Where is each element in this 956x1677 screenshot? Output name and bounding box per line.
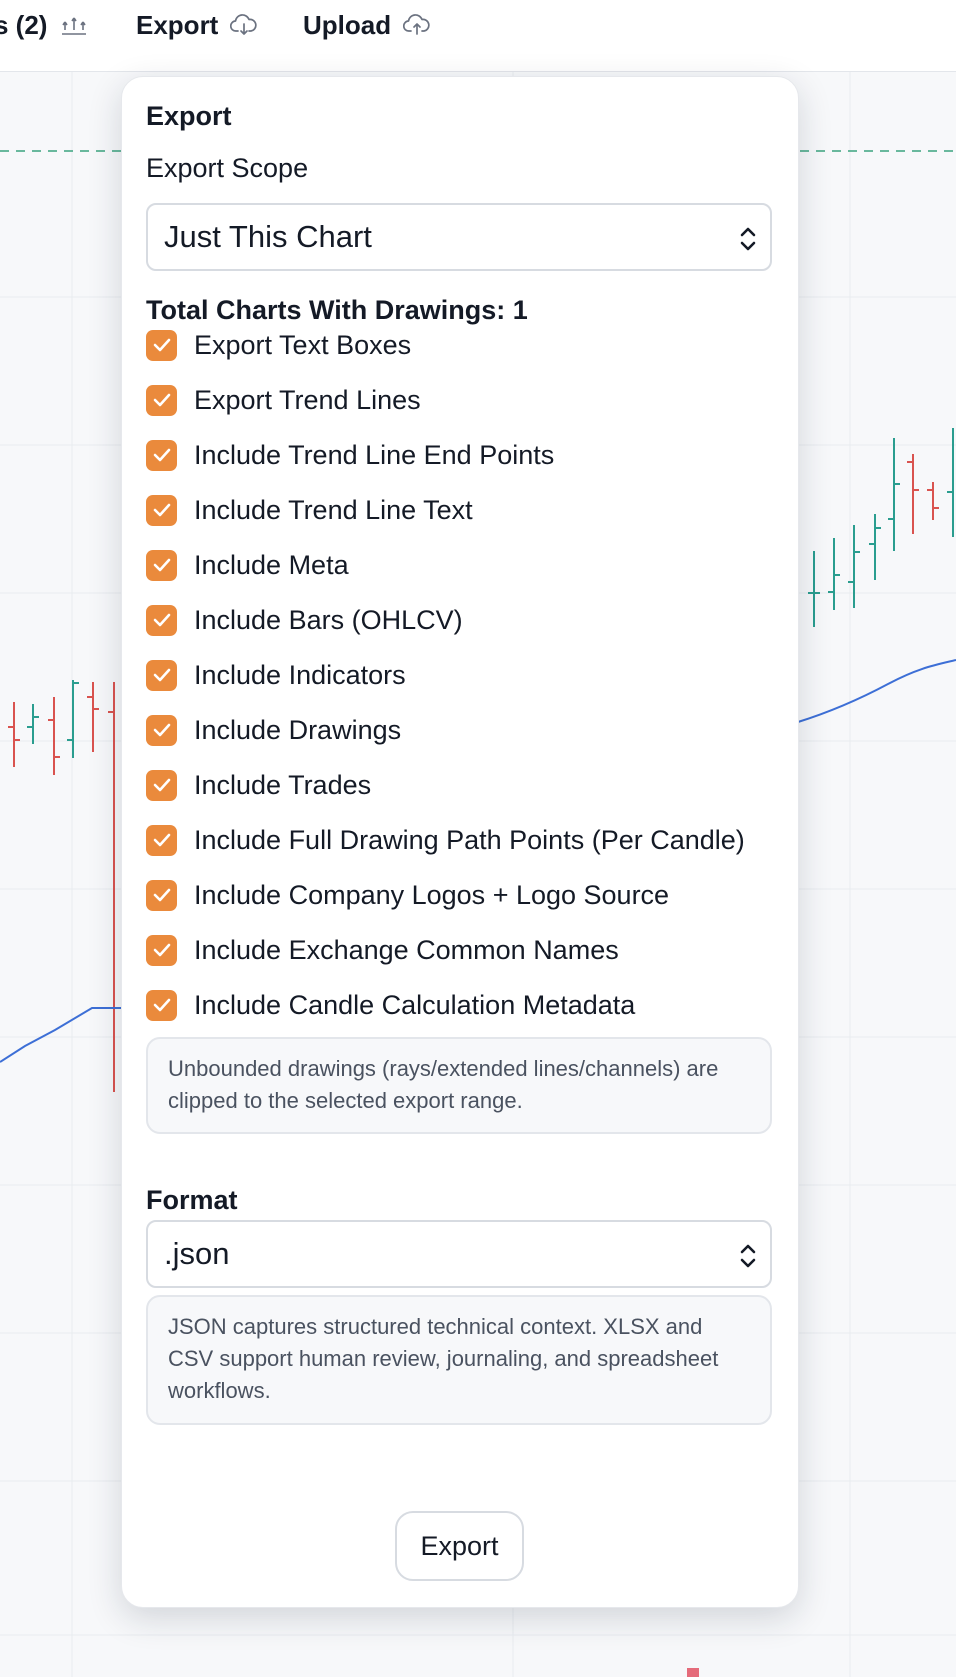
option-label: Include Trades (194, 769, 372, 800)
checkmark-icon (153, 558, 170, 572)
chevron-up-down-icon (738, 1241, 758, 1276)
export-toolbar-label: Export (136, 9, 219, 40)
format-select[interactable]: .json (146, 1220, 772, 1288)
option-include-drawings[interactable]: Include Drawings (146, 713, 401, 747)
format-value: .json (164, 1236, 230, 1271)
candles-left (8, 680, 115, 1092)
option-label: Include Trend Line End Points (194, 439, 555, 470)
layers-button-label: s (2) (0, 9, 48, 40)
option-label: Export Text Boxes (194, 329, 412, 360)
checkbox-checked[interactable] (146, 659, 177, 691)
checkbox-checked[interactable] (146, 934, 177, 966)
export-button[interactable]: Export (395, 1511, 524, 1581)
candles-right (808, 428, 954, 627)
option-label: Include Company Logos + Logo Source (194, 879, 670, 910)
checkbox-checked[interactable] (146, 384, 177, 416)
checkmark-icon (153, 943, 170, 957)
option-label: Include Indicators (194, 659, 406, 690)
export-scope-label: Export Scope (146, 153, 309, 183)
checkmark-icon (153, 998, 170, 1012)
export-scope-value: Just This Chart (164, 219, 372, 254)
option-label: Include Drawings (194, 714, 402, 745)
checkbox-checked[interactable] (146, 769, 177, 801)
option-include-meta[interactable]: Include Meta (146, 548, 349, 582)
format-description-note: JSON captures structured technical conte… (146, 1295, 772, 1425)
checkmark-icon (153, 338, 170, 352)
total-charts-with-drawings: Total Charts With Drawings: 1 (146, 295, 528, 325)
option-label: Include Exchange Common Names (194, 934, 619, 965)
upload-toolbar-label: Upload (303, 9, 392, 40)
checkmark-icon (153, 503, 170, 517)
option-include-bars[interactable]: Include Bars (OHLCV) (146, 603, 463, 637)
option-full-drawing-path-points[interactable]: Include Full Drawing Path Points (Per Ca… (146, 823, 745, 857)
option-label: Include Candle Calculation Metadata (194, 989, 636, 1020)
option-label: Export Trend Lines (194, 384, 421, 415)
option-company-logos[interactable]: Include Company Logos + Logo Source (146, 878, 669, 912)
checkbox-checked[interactable] (146, 824, 177, 856)
option-label: Include Meta (194, 549, 349, 580)
option-label: Include Bars (OHLCV) (194, 604, 463, 635)
checkbox-checked[interactable] (146, 714, 177, 746)
upload-toolbar-button[interactable]: Upload (303, 0, 431, 50)
option-include-indicators[interactable]: Include Indicators (146, 658, 406, 692)
export-scope-select[interactable]: Just This Chart (146, 203, 772, 271)
option-exchange-common-names[interactable]: Include Exchange Common Names (146, 933, 619, 967)
checkmark-icon (153, 448, 170, 462)
checkmark-icon (153, 723, 170, 737)
checkbox-checked[interactable] (146, 879, 177, 911)
checkmark-icon (153, 393, 170, 407)
option-trend-line-text[interactable]: Include Trend Line Text (146, 493, 473, 527)
export-toolbar-button[interactable]: Export (136, 0, 258, 50)
indicator-line-left (0, 1007, 121, 1063)
unbounded-drawings-note: Unbounded drawings (rays/extended lines/… (146, 1037, 772, 1134)
indicator-line-right (797, 659, 956, 723)
top-toolbar: s (2) Export Upload (0, 0, 956, 72)
option-label: Include Trend Line Text (194, 494, 473, 525)
checkmark-icon (153, 668, 170, 682)
checkmark-icon (153, 888, 170, 902)
export-panel: Export Export Scope Just This Chart Tota… (121, 76, 799, 1608)
cloud-download-icon (230, 13, 258, 37)
checkmark-icon (153, 833, 170, 847)
option-export-text-boxes[interactable]: Export Text Boxes (146, 328, 411, 362)
chevron-up-down-icon (738, 224, 758, 259)
option-trend-line-end-points[interactable]: Include Trend Line End Points (146, 438, 554, 472)
volume-bar (687, 1668, 699, 1677)
layers-button[interactable]: s (2) (0, 0, 89, 50)
checkbox-checked[interactable] (146, 439, 177, 471)
checkmark-icon (153, 613, 170, 627)
checkbox-checked[interactable] (146, 549, 177, 581)
option-candle-calculation-metadata[interactable]: Include Candle Calculation Metadata (146, 988, 635, 1022)
checkmark-icon (153, 778, 170, 792)
option-label: Include Full Drawing Path Points (Per Ca… (194, 824, 745, 855)
layers-icon (59, 12, 89, 38)
panel-title: Export (146, 101, 232, 131)
checkbox-checked[interactable] (146, 329, 177, 361)
checkbox-checked[interactable] (146, 494, 177, 526)
format-label: Format (146, 1185, 238, 1215)
checkbox-checked[interactable] (146, 989, 177, 1021)
option-export-trend-lines[interactable]: Export Trend Lines (146, 383, 421, 417)
option-include-trades[interactable]: Include Trades (146, 768, 371, 802)
checkbox-checked[interactable] (146, 604, 177, 636)
cloud-upload-icon (403, 13, 431, 37)
